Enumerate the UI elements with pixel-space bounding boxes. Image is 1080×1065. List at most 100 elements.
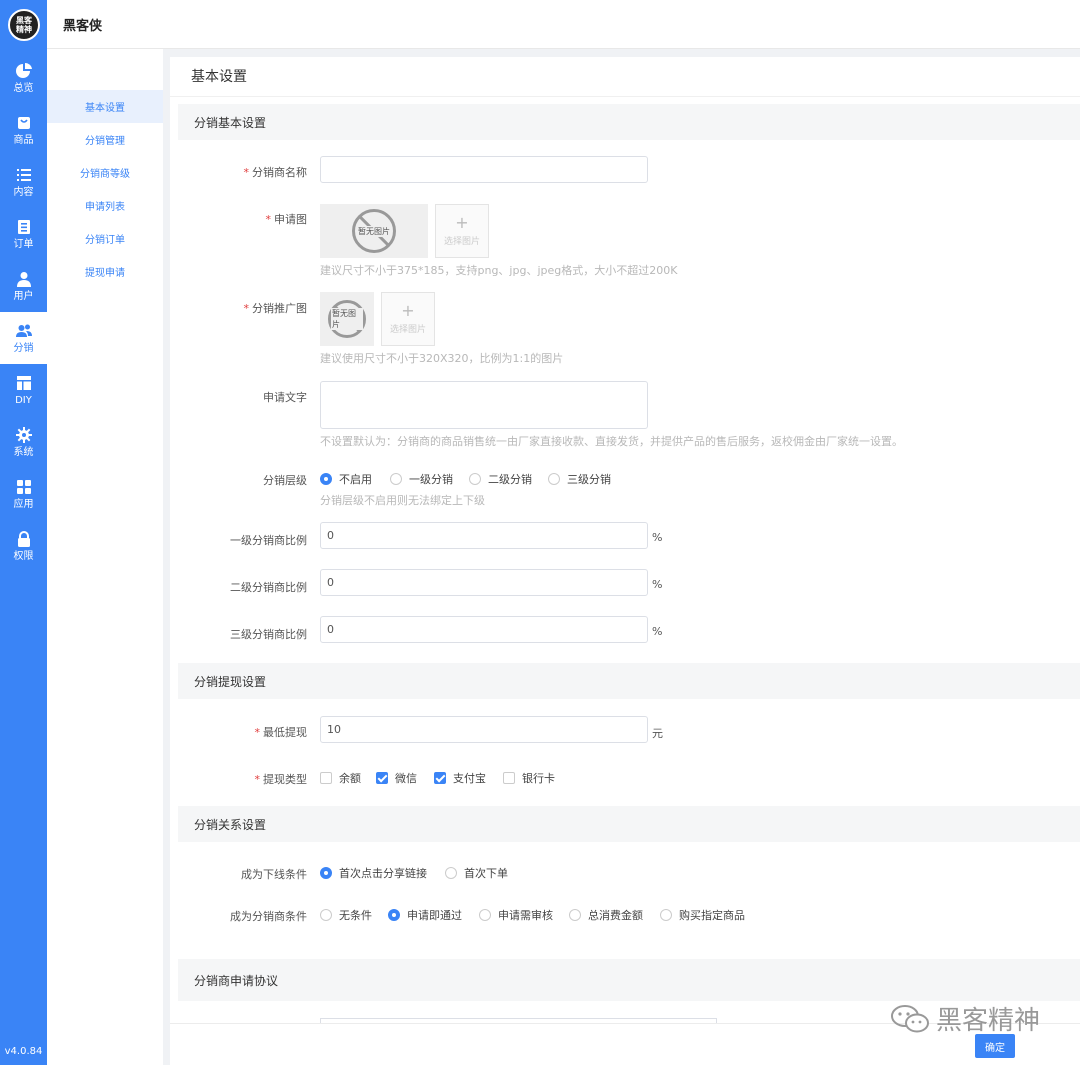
confirm-button[interactable]: 确定 <box>975 1034 1015 1058</box>
level-hint: 分销层级不启用则无法绑定上下级 <box>320 494 485 507</box>
radio-icon[interactable] <box>479 909 491 921</box>
rail-item-label: 用户 <box>13 290 34 302</box>
rail-item-label: 分销 <box>13 342 34 354</box>
rail-item-label: 应用 <box>13 498 34 510</box>
promo-image-hint: 建议使用尺寸不小于320X320，比例为1:1的图片 <box>320 352 564 365</box>
become-option-2[interactable]: 申请需审核 <box>479 907 553 923</box>
rail-item-pie-chart[interactable]: 总览 <box>0 52 47 104</box>
level-option-2[interactable]: 二级分销 <box>469 471 532 487</box>
radio-icon[interactable] <box>445 867 457 879</box>
withdraw-type-option-label: 微信 <box>395 772 417 785</box>
rail-item-list[interactable]: 内容 <box>0 156 47 208</box>
section-relation: 分销关系设置 <box>178 806 1080 842</box>
radio-icon[interactable] <box>320 473 332 485</box>
rail-item-layout[interactable]: DIY <box>0 364 47 416</box>
rail-item-users[interactable]: 分销 <box>0 312 47 364</box>
level-option-0[interactable]: 不启用 <box>320 471 372 487</box>
distributor-name-input[interactable] <box>320 156 648 183</box>
page-title: 基本设置 <box>170 57 1080 97</box>
subnav-item-4[interactable]: 分销订单 <box>47 222 163 255</box>
withdraw-type-option-2[interactable]: 支付宝 <box>434 770 486 786</box>
downline-option-1[interactable]: 首次下单 <box>445 865 508 881</box>
withdraw-type-option-label: 支付宝 <box>453 772 486 785</box>
ratio3-label: 三级分销商比例 <box>230 628 307 641</box>
ratio2-input[interactable]: 0 <box>320 569 648 596</box>
become-option-label: 申请即通过 <box>407 909 462 922</box>
main-panel: 基本设置 分销基本设置 * 分销商名称 * 申请图 暂无图片 + 选择图片 建议尺寸… <box>170 57 1080 1065</box>
radio-icon[interactable] <box>469 473 481 485</box>
watermark: 黑客精神 <box>890 1000 1040 1037</box>
checkbox-icon[interactable] <box>320 772 332 784</box>
checkbox-icon[interactable] <box>503 772 515 784</box>
rail-item-bag[interactable]: 商品 <box>0 104 47 156</box>
withdraw-type-option-1[interactable]: 微信 <box>376 770 417 786</box>
rail-item-lock[interactable]: 权限 <box>0 520 47 572</box>
apply-text-label: 申请文字 <box>263 391 307 404</box>
become-option-label: 总消费金额 <box>588 909 643 922</box>
become-option-4[interactable]: 购买指定商品 <box>660 907 745 923</box>
apply-text-hint: 不设置默认为：分销商的商品销售统一由厂家直接收款、直接发货，并提供产品的售后服务… <box>320 435 903 448</box>
apply-image-hint: 建议尺寸不小于375*185，支持png、jpg、jpeg格式，大小不超过200… <box>320 264 678 277</box>
withdraw-type-option-3[interactable]: 银行卡 <box>503 770 555 786</box>
ratio3-unit: % <box>652 625 663 638</box>
grid-icon <box>15 478 33 496</box>
radio-icon[interactable] <box>660 909 672 921</box>
subnav-item-5[interactable]: 提现申请 <box>47 255 163 288</box>
top-bar: 黑客侠 <box>47 0 1080 49</box>
pie-chart-icon <box>15 62 33 80</box>
no-image-icon: 暂无图片 <box>328 300 366 338</box>
rail-item-document[interactable]: 订单 <box>0 208 47 260</box>
users-icon <box>15 322 33 340</box>
become-option-label: 购买指定商品 <box>679 909 745 922</box>
radio-icon[interactable] <box>548 473 560 485</box>
choose-apply-image-button[interactable]: + 选择图片 <box>435 204 489 258</box>
rail-item-label: 内容 <box>13 186 34 198</box>
withdraw-type-option-0[interactable]: 余额 <box>320 770 361 786</box>
rail-item-gear[interactable]: 系统 <box>0 416 47 468</box>
level-option-1[interactable]: 一级分销 <box>390 471 453 487</box>
rail-item-label: 订单 <box>13 238 34 250</box>
subnav-item-2[interactable]: 分销商等级 <box>47 156 163 189</box>
bag-icon <box>15 114 33 132</box>
wechat-icon <box>891 1004 929 1032</box>
become-option-3[interactable]: 总消费金额 <box>569 907 643 923</box>
subnav-item-1[interactable]: 分销管理 <box>47 123 163 156</box>
become-option-label: 无条件 <box>339 909 372 922</box>
name-label: * 分销商名称 <box>243 166 308 179</box>
level-option-label: 三级分销 <box>567 473 611 486</box>
radio-icon[interactable] <box>388 909 400 921</box>
layout-icon <box>15 374 33 392</box>
withdraw-type-option-label: 余额 <box>339 772 361 785</box>
ratio3-input[interactable]: 0 <box>320 616 648 643</box>
user-icon <box>15 270 33 288</box>
rail-item-grid[interactable]: 应用 <box>0 468 47 520</box>
subnav-item-0[interactable]: 基本设置 <box>47 90 163 123</box>
checkbox-icon[interactable] <box>434 772 446 784</box>
app-title: 黑客侠 <box>63 18 103 34</box>
radio-icon[interactable] <box>320 909 332 921</box>
ratio1-input[interactable]: 0 <box>320 522 648 549</box>
section-withdraw: 分销提现设置 <box>178 663 1080 699</box>
app-logo[interactable]: 黑客 精神 <box>8 9 40 41</box>
min-withdraw-input[interactable]: 10 <box>320 716 648 743</box>
plus-icon: + <box>455 213 469 232</box>
radio-icon[interactable] <box>569 909 581 921</box>
become-label: 成为分销商条件 <box>230 910 307 923</box>
rail-item-label: DIY <box>15 394 32 406</box>
become-option-1[interactable]: 申请即通过 <box>388 907 462 923</box>
subnav-item-3[interactable]: 申请列表 <box>47 189 163 222</box>
rail-item-label: 权限 <box>13 550 34 562</box>
choose-promo-image-button[interactable]: + 选择图片 <box>381 292 435 346</box>
level-option-label: 不启用 <box>339 473 372 486</box>
radio-icon[interactable] <box>320 867 332 879</box>
radio-icon[interactable] <box>390 473 402 485</box>
downline-option-label: 首次下单 <box>464 867 508 880</box>
checkbox-icon[interactable] <box>376 772 388 784</box>
downline-option-label: 首次点击分享链接 <box>339 867 427 880</box>
rail-item-user[interactable]: 用户 <box>0 260 47 312</box>
apply-text-textarea[interactable] <box>320 381 648 429</box>
downline-option-0[interactable]: 首次点击分享链接 <box>320 865 427 881</box>
become-option-0[interactable]: 无条件 <box>320 907 372 923</box>
min-withdraw-label: * 最低提现 <box>254 726 308 739</box>
level-option-3[interactable]: 三级分销 <box>548 471 611 487</box>
